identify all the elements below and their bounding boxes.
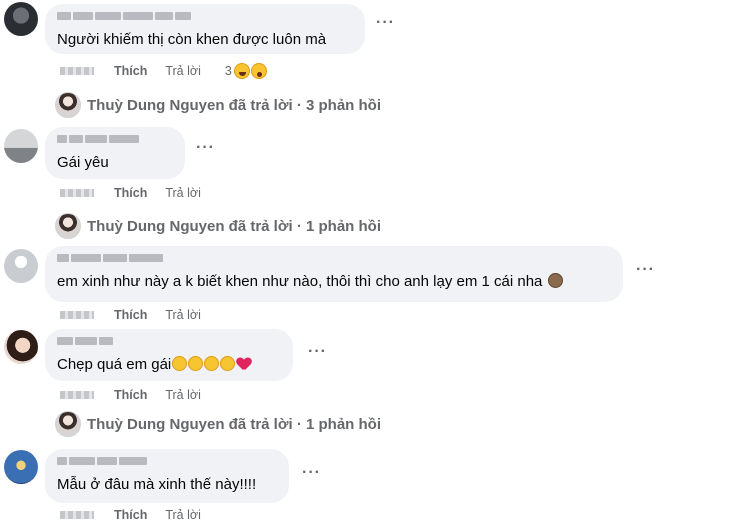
reply-summary[interactable]: Thuỳ Dung Nguyen đã trả lời · 1 phản hồi	[87, 416, 381, 433]
comment-bubble: Chẹp quá em gái	[45, 329, 293, 381]
avatar[interactable]	[4, 249, 38, 283]
comment-text: Gái yêu	[57, 154, 109, 171]
comment-bubble: em xinh như này a k biết khen như nào, t…	[45, 246, 623, 302]
avatar[interactable]	[4, 2, 38, 36]
comment-actions: Thích Trả lời	[60, 308, 225, 322]
like-button[interactable]: Thích	[114, 186, 147, 200]
timestamp[interactable]	[60, 311, 94, 319]
comment-text: Chẹp quá em gái	[57, 355, 281, 374]
comment-text: Mẫu ở đâu mà xinh thế này!!!!	[57, 476, 257, 493]
avatar[interactable]	[4, 450, 38, 484]
comment-actions: Thích Trả lời	[60, 508, 225, 522]
reply-avatar	[55, 213, 81, 239]
like-button[interactable]: Thích	[114, 64, 147, 78]
comment-text: Người khiếm thị còn khen được luôn mà	[57, 31, 327, 48]
view-replies-link[interactable]: Thuỳ Dung Nguyen đã trả lời · 3 phản hồi	[55, 92, 381, 118]
reply-button[interactable]: Trả lời	[165, 388, 201, 402]
commenter-name[interactable]	[57, 12, 353, 24]
comment-text: em xinh như này a k biết khen như nào, t…	[57, 272, 611, 291]
more-options-icon[interactable]: ···	[308, 343, 327, 361]
reply-summary[interactable]: Thuỳ Dung Nguyen đã trả lời · 1 phản hồi	[87, 218, 381, 235]
bowing-emoji-icon	[547, 273, 563, 288]
reply-summary[interactable]: Thuỳ Dung Nguyen đã trả lời · 3 phản hồi	[87, 97, 381, 114]
comment-bubble: Người khiếm thị còn khen được luôn mà	[45, 4, 365, 54]
reply-button[interactable]: Trả lời	[165, 64, 201, 78]
timestamp[interactable]	[60, 189, 94, 197]
like-button[interactable]: Thích	[114, 308, 147, 322]
reaction-count[interactable]: 3	[225, 64, 232, 78]
like-button[interactable]: Thích	[114, 508, 147, 522]
reply-button[interactable]: Trả lời	[165, 308, 201, 322]
comment-actions: Thích Trả lời	[60, 388, 225, 402]
smiling-emoji-icon	[220, 356, 236, 371]
commenter-name[interactable]	[57, 254, 611, 266]
comment-actions: Thích Trả lời 3	[60, 63, 268, 79]
reply-avatar	[55, 411, 81, 437]
view-replies-link[interactable]: Thuỳ Dung Nguyen đã trả lời · 1 phản hồi	[55, 213, 381, 239]
commenter-name[interactable]	[57, 135, 173, 147]
comment-bubble: Gái yêu	[45, 127, 185, 179]
timestamp[interactable]	[60, 511, 94, 519]
heart-icon	[237, 358, 251, 371]
avatar[interactable]	[4, 129, 38, 163]
reply-button[interactable]: Trả lời	[165, 508, 201, 522]
timestamp[interactable]	[60, 391, 94, 399]
comment-bubble: Mẫu ở đâu mà xinh thế này!!!!	[45, 449, 289, 503]
more-options-icon[interactable]: ···	[636, 261, 655, 279]
avatar[interactable]	[4, 330, 38, 364]
commenter-name[interactable]	[57, 457, 277, 469]
reply-avatar	[55, 92, 81, 118]
haha-emoji-icon[interactable]	[233, 63, 250, 79]
more-options-icon[interactable]: ···	[196, 139, 215, 157]
commenter-name[interactable]	[57, 337, 281, 349]
comment-actions: Thích Trả lời	[60, 186, 225, 200]
smiling-emoji-icon	[188, 356, 204, 371]
wow-emoji-icon[interactable]	[250, 63, 267, 79]
like-button[interactable]: Thích	[114, 388, 147, 402]
timestamp[interactable]	[60, 67, 94, 75]
view-replies-link[interactable]: Thuỳ Dung Nguyen đã trả lời · 1 phản hồi	[55, 411, 381, 437]
grimacing-emoji-icon	[172, 356, 188, 371]
more-options-icon[interactable]: ···	[302, 464, 321, 482]
reply-button[interactable]: Trả lời	[165, 186, 201, 200]
more-options-icon[interactable]: ···	[376, 14, 395, 32]
smiling-emoji-icon	[204, 356, 220, 371]
